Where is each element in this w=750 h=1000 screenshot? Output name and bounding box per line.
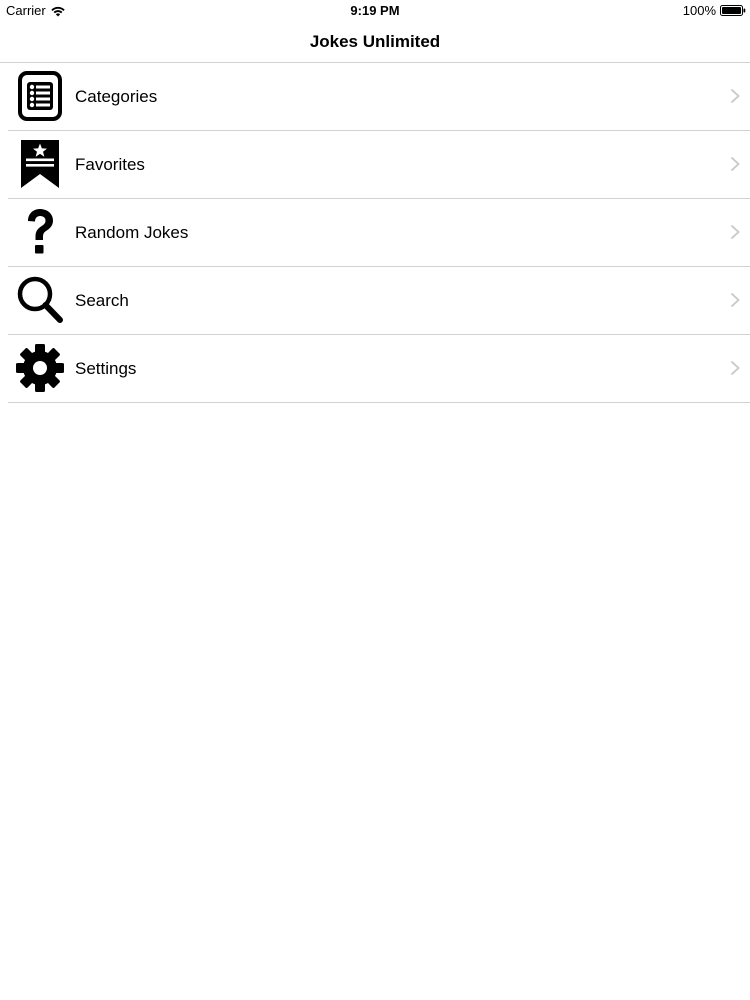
- battery-percent: 100%: [682, 3, 716, 18]
- menu-list: Categories Favorites Random Jokes Search…: [0, 63, 750, 403]
- bookmark-star-icon: [15, 139, 65, 189]
- menu-item-random-jokes[interactable]: Random Jokes: [8, 199, 750, 267]
- menu-item-label: Favorites: [75, 155, 145, 174]
- menu-item-settings[interactable]: Settings: [8, 335, 750, 403]
- list-icon: [15, 71, 65, 121]
- chevron-right-icon: [730, 224, 740, 240]
- chevron-right-icon: [730, 156, 740, 172]
- menu-item-label: Search: [75, 291, 129, 310]
- gear-icon: [15, 343, 65, 393]
- chevron-right-icon: [730, 88, 740, 104]
- menu-item-favorites[interactable]: Favorites: [8, 131, 750, 199]
- menu-item-label: Random Jokes: [75, 223, 189, 242]
- battery-icon: [720, 5, 746, 16]
- status-time: 9:19 PM: [350, 3, 400, 18]
- menu-item-label: Categories: [75, 87, 158, 106]
- app-screen: Carrier 9:19 PM 100% Jokes Unlimited Cat…: [0, 0, 750, 1000]
- chevron-right-icon: [730, 292, 740, 308]
- question-mark-icon: [15, 207, 65, 257]
- menu-item-search[interactable]: Search: [8, 267, 750, 335]
- chevron-right-icon: [730, 360, 740, 376]
- page-title: Jokes Unlimited: [309, 32, 441, 51]
- status-bar: Carrier 9:19 PM 100%: [0, 0, 750, 22]
- menu-item-label: Settings: [75, 359, 137, 378]
- status-right: 100%: [683, 3, 746, 18]
- navigation-bar: Jokes Unlimited: [0, 22, 750, 63]
- menu-item-categories[interactable]: Categories: [8, 63, 750, 131]
- search-icon: [15, 275, 65, 325]
